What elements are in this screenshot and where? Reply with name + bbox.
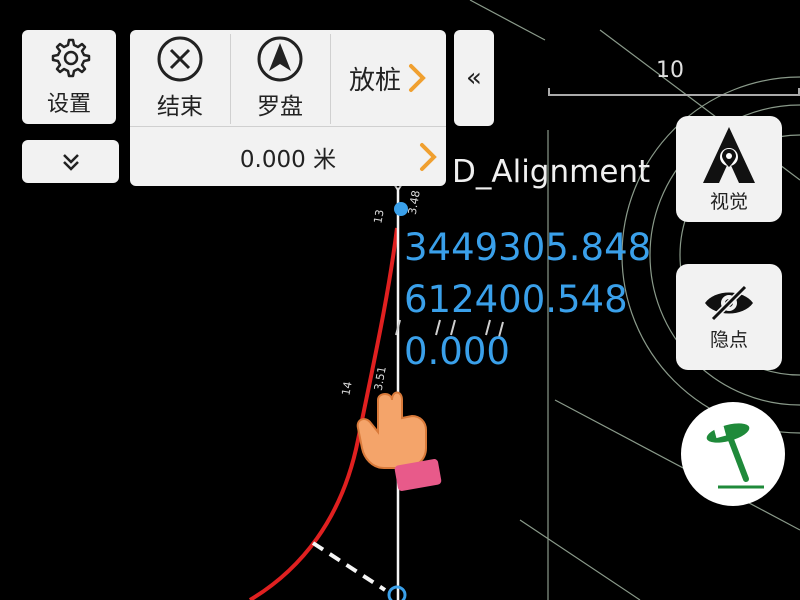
scale-label: 10: [656, 58, 684, 83]
chevron-right-icon: [420, 143, 437, 171]
alignment-name: D_Alignment: [452, 154, 651, 190]
northing-value: 3449305.848: [404, 226, 652, 269]
elevation-value: 0.000: [404, 330, 510, 373]
circle-x-icon: [157, 36, 203, 82]
chevron-right-icon: [409, 64, 426, 92]
end-label: 结束: [157, 94, 203, 120]
alignment-curve: [248, 227, 399, 600]
hide-points-label: 隐点: [709, 328, 748, 351]
location-a-icon: [703, 126, 755, 183]
station-label-13: 13: [371, 208, 387, 225]
survey-pin-icon: [706, 423, 764, 489]
stake-label: 放桩: [348, 65, 401, 96]
view-button[interactable]: 视觉: [676, 116, 782, 222]
gear-icon: [51, 38, 91, 78]
hide-points-button[interactable]: 隐点: [676, 264, 782, 370]
expand-button[interactable]: [22, 140, 119, 183]
view-label: 视觉: [709, 190, 748, 213]
settings-label: 设置: [46, 92, 91, 117]
distance-selector[interactable]: 0.000 米: [130, 127, 446, 186]
eye-slash-icon: [705, 284, 753, 321]
stake-point-button[interactable]: [681, 402, 785, 506]
station-label-14: 14: [339, 380, 355, 397]
settings-button[interactable]: 设置: [22, 30, 116, 124]
distance-value: 0.000 米: [239, 146, 337, 173]
chevron-double-left-icon: «: [466, 63, 482, 93]
compass-button[interactable]: 罗盘: [230, 30, 330, 126]
stakeout-toolbar: 结束 罗盘 放桩 0.000 米: [130, 30, 446, 186]
easting-value: 612400.548: [404, 278, 628, 321]
offset-dashed-line: [311, 541, 387, 592]
stake-button[interactable]: 放桩: [330, 30, 446, 126]
collapse-panel-button[interactable]: «: [454, 30, 494, 126]
chevron-double-down-icon: [62, 153, 79, 171]
compass-arrow-icon: [257, 36, 303, 82]
scale-bar: [548, 88, 800, 96]
hand-icon: [356, 391, 442, 491]
compass-label: 罗盘: [257, 94, 303, 120]
end-button[interactable]: 结束: [130, 30, 230, 126]
